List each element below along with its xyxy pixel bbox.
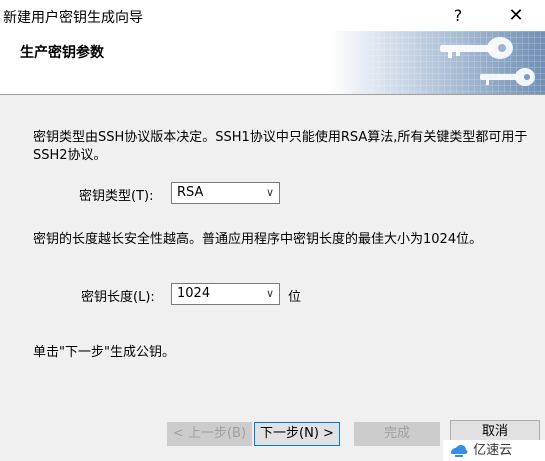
keys-icon [330,31,545,94]
key-length-unit: 位 [288,290,302,305]
close-button[interactable]: ✕ [493,0,539,31]
next-step-instruction: 单击"下一步"生成公钥。 [33,345,175,360]
key-length-description: 密钥的长度越长安全性越高。普通应用程序中密钥长度的最佳大小为1024位。 [33,232,483,247]
key-length-label: 密钥长度(L): [81,290,155,305]
wizard-header: 生产密钥参数 [0,31,545,95]
page-title: 生产密钥参数 [20,45,104,61]
ssh-protocol-description: 密钥类型由SSH协议版本决定。SSH1协议中只能使用RSA算法,所有关键类型都可… [33,130,528,163]
finish-button[interactable]: 完成 [354,422,440,446]
window-title: 新建用户密钥生成向导 [3,10,143,26]
watermark: 亿速云 [443,440,545,461]
key-type-value: RSA [177,185,204,200]
watermark-text: 亿速云 [473,443,513,458]
chevron-down-icon: ∨ [265,186,274,199]
title-bar: 新建用户密钥生成向导 ? ✕ [0,0,545,31]
key-length-value: 1024 [177,286,211,301]
next-button[interactable]: 下一步(N) > [254,422,340,446]
cloud-logo-icon [451,444,468,457]
key-generation-wizard-window: 新建用户密钥生成向导 ? ✕ 生产密钥参数 密钥类型由SSH协议版本决定。SSH… [0,0,545,461]
key-type-label: 密钥类型(T): [79,189,154,204]
back-button[interactable]: < 上一步(B) [167,422,252,446]
chevron-down-icon: ∨ [265,287,274,300]
key-type-select[interactable]: RSA ∨ [171,182,280,204]
help-button[interactable]: ? [435,0,481,31]
key-length-select[interactable]: 1024 ∨ [171,283,280,305]
